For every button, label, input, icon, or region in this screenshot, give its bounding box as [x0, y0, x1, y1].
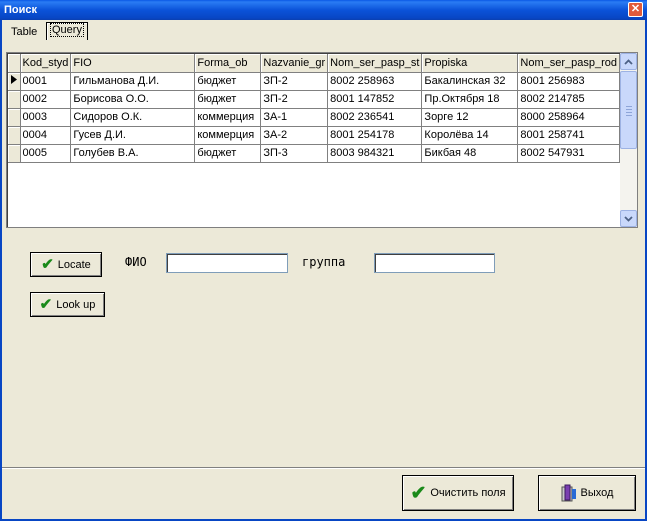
row-indicator: [8, 90, 21, 109]
table-cell[interactable]: 8002 547931: [517, 144, 621, 163]
column-header-kod-styd[interactable]: Kod_styd: [20, 54, 72, 73]
clear-fields-button[interactable]: ✔ Очистить поля: [402, 475, 514, 511]
current-row-indicator-icon: [8, 72, 21, 91]
close-icon: ✕: [630, 3, 641, 15]
row-indicator: [8, 144, 21, 163]
table-cell[interactable]: бюджет: [194, 90, 262, 109]
table-cell[interactable]: ЗП-3: [260, 144, 329, 163]
table-row[interactable]: 0004 Гусев Д.И. коммерция ЗА-2 8001 2541…: [8, 126, 621, 145]
table-cell[interactable]: 8003 984321: [327, 144, 423, 163]
table-cell[interactable]: коммерция: [194, 108, 262, 127]
chevron-up-icon: [624, 59, 633, 65]
column-header-propiska[interactable]: Propiska: [421, 54, 519, 73]
table-cell[interactable]: коммерция: [194, 126, 262, 145]
table-cell[interactable]: 0001: [20, 72, 72, 91]
table-cell[interactable]: 0004: [20, 126, 72, 145]
exit-door-icon: [561, 484, 576, 502]
scroll-down-button[interactable]: [620, 210, 637, 227]
table-cell[interactable]: бюджет: [194, 72, 262, 91]
title-bar: Поиск ✕: [0, 0, 647, 20]
tab-query[interactable]: Query: [46, 22, 88, 40]
column-header-nom-ser-pasp-rod[interactable]: Nom_ser_pasp_rod: [517, 54, 621, 73]
table-cell[interactable]: Гусев Д.И.: [70, 126, 196, 145]
column-header-nom-ser-pasp-st[interactable]: Nom_ser_pasp_st: [327, 54, 423, 73]
table-cell[interactable]: Зорге 12: [421, 108, 519, 127]
column-header-fio[interactable]: FIO: [70, 54, 196, 73]
table-cell[interactable]: 0005: [20, 144, 72, 163]
table-cell[interactable]: 8001 147852: [327, 90, 423, 109]
table-cell[interactable]: бюджет: [194, 144, 262, 163]
table-row[interactable]: 0003 Сидоров О.К. коммерция ЗА-1 8002 23…: [8, 108, 621, 127]
checkmark-icon: ✔: [39, 296, 53, 313]
scroll-up-button[interactable]: [620, 53, 637, 70]
table-cell[interactable]: 8001 256983: [517, 72, 621, 91]
table-cell[interactable]: 8002 258963: [327, 72, 423, 91]
grid-table: Kod_styd FIO Forma_ob Nazvanie_gr Nom_se…: [8, 54, 621, 163]
table-row[interactable]: 0001 Гильманова Д.И. бюджет ЗП-2 8002 25…: [8, 72, 621, 91]
scrollbar-thumb[interactable]: [620, 71, 637, 149]
column-header-nazvanie-gr[interactable]: Nazvanie_gr: [260, 54, 329, 73]
row-indicator-header: [8, 54, 21, 73]
group-label: группа: [302, 255, 346, 269]
grid-header-row: Kod_styd FIO Forma_ob Nazvanie_gr Nom_se…: [8, 54, 621, 73]
locate-button[interactable]: ✔ Locate: [30, 252, 102, 277]
table-row[interactable]: 0002 Борисова О.О. бюджет ЗП-2 8001 1478…: [8, 90, 621, 109]
table-cell[interactable]: 0003: [20, 108, 72, 127]
row-indicator: [8, 126, 21, 145]
table-cell[interactable]: Сидоров О.К.: [70, 108, 196, 127]
table-cell[interactable]: 8002 236541: [327, 108, 423, 127]
table-cell[interactable]: Гильманова Д.И.: [70, 72, 196, 91]
tab-table[interactable]: Table: [8, 24, 42, 42]
table-cell[interactable]: Борисова О.О.: [70, 90, 196, 109]
table-cell[interactable]: Бакалинская 32: [421, 72, 519, 91]
fio-label: ФИО: [125, 255, 147, 269]
table-cell[interactable]: Королёва 14: [421, 126, 519, 145]
checkmark-icon: ✔: [41, 256, 54, 273]
group-input[interactable]: [374, 253, 495, 273]
table-cell[interactable]: ЗП-2: [260, 90, 329, 109]
table-cell[interactable]: 8001 254178: [327, 126, 423, 145]
table-cell[interactable]: ЗП-2: [260, 72, 329, 91]
lookup-button[interactable]: ✔ Look up: [30, 292, 105, 317]
table-cell[interactable]: Пр.Октября 18: [421, 90, 519, 109]
data-grid[interactable]: Kod_styd FIO Forma_ob Nazvanie_gr Nom_se…: [6, 52, 638, 228]
column-header-forma-ob[interactable]: Forma_ob: [194, 54, 262, 73]
table-cell[interactable]: ЗА-1: [260, 108, 329, 127]
row-indicator: [8, 108, 21, 127]
vertical-scrollbar[interactable]: [620, 53, 637, 227]
table-cell[interactable]: 8000 258964: [517, 108, 621, 127]
close-button[interactable]: ✕: [628, 2, 643, 17]
table-cell[interactable]: ЗА-2: [260, 126, 329, 145]
exit-button[interactable]: Выход: [538, 475, 636, 511]
table-row[interactable]: 0005 Голубев В.А. бюджет ЗП-3 8003 98432…: [8, 144, 621, 163]
table-cell[interactable]: Голубев В.А.: [70, 144, 196, 163]
table-cell[interactable]: 8001 258741: [517, 126, 621, 145]
table-cell[interactable]: 8002 214785: [517, 90, 621, 109]
fio-input[interactable]: [166, 253, 288, 273]
window-title: Поиск: [4, 4, 38, 16]
table-cell[interactable]: 0002: [20, 90, 72, 109]
table-cell[interactable]: Бикбая 48: [421, 144, 519, 163]
checkmark-icon: ✔: [410, 482, 427, 504]
chevron-down-icon: [624, 216, 633, 222]
